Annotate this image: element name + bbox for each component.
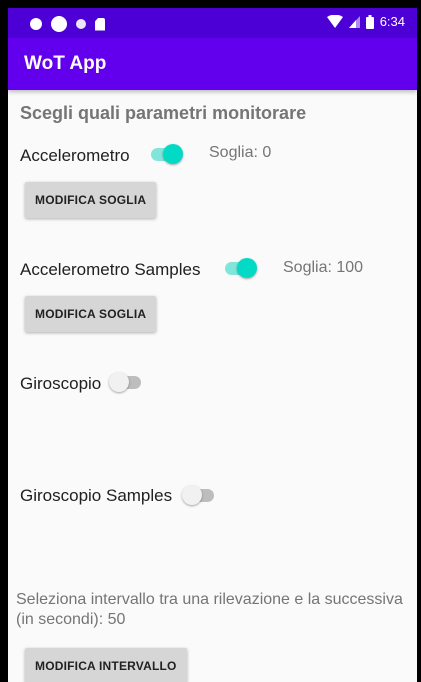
switch-thumb bbox=[109, 372, 129, 392]
switch-thumb bbox=[182, 485, 202, 505]
phone-frame: 6:34 WoT App Scegli quali parametri moni… bbox=[0, 0, 421, 682]
interval-description: Seleziona intervallo tra una rilevazione… bbox=[16, 591, 403, 628]
giroscopio-samples-label: Giroscopio Samples bbox=[20, 486, 173, 505]
switch-thumb bbox=[237, 258, 257, 278]
accelerometro-switch[interactable] bbox=[149, 144, 183, 164]
accelerometro-samples-edit-threshold-button[interactable]: MODIFICA SOGLIA bbox=[25, 296, 157, 332]
clock-text: 6:34 bbox=[379, 14, 405, 29]
status-bar: 6:34 bbox=[8, 8, 417, 38]
small-circle-notification-icon bbox=[76, 19, 86, 29]
accelerometro-edit-threshold-button[interactable]: MODIFICA SOGLIA bbox=[25, 182, 157, 218]
battery-icon bbox=[365, 14, 374, 29]
accelerometro-samples-switch[interactable] bbox=[223, 258, 257, 278]
sd-card-icon bbox=[95, 17, 105, 31]
accelerometro-label: Accelerometro bbox=[20, 146, 130, 165]
wifi-icon bbox=[326, 15, 343, 28]
app-bar: WoT App bbox=[8, 38, 417, 90]
section-title: Scegli quali parametri monitorare bbox=[20, 103, 307, 123]
system-icons: 6:34 bbox=[326, 14, 405, 29]
accelerometro-samples-label: Accelerometro Samples bbox=[20, 260, 201, 279]
switch-thumb bbox=[163, 144, 183, 164]
accelerometro-samples-threshold: Soglia: 100 bbox=[283, 259, 364, 276]
signal-icon bbox=[348, 15, 360, 28]
circle-notification-icon bbox=[51, 16, 67, 32]
giroscopio-samples-switch[interactable] bbox=[182, 485, 216, 505]
edit-interval-button[interactable]: MODIFICA INTERVALLO bbox=[25, 648, 187, 682]
notification-icons bbox=[30, 16, 105, 32]
giroscopio-switch[interactable] bbox=[109, 372, 143, 392]
settings-notification-icon bbox=[30, 18, 42, 30]
app-screen: 6:34 WoT App Scegli quali parametri moni… bbox=[8, 8, 417, 682]
giroscopio-label: Giroscopio bbox=[20, 374, 102, 393]
app-title: WoT App bbox=[24, 53, 107, 74]
accelerometro-threshold: Soglia: 0 bbox=[209, 144, 272, 161]
